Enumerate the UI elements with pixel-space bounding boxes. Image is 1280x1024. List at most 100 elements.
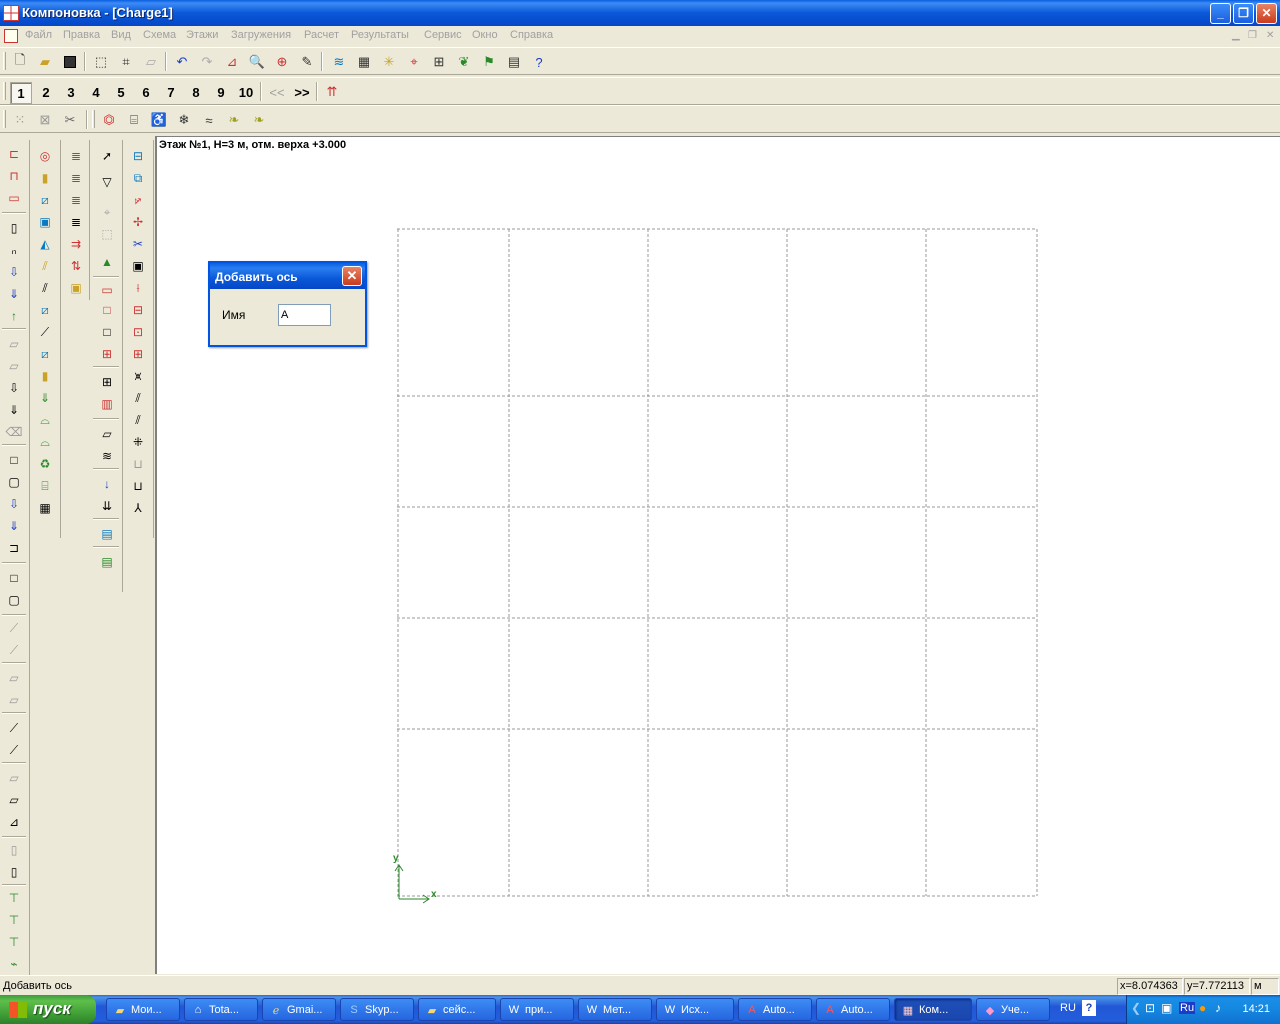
undo-icon[interactable]: ↶	[172, 52, 192, 72]
floor-button-7[interactable]: 7	[160, 82, 182, 104]
terrain-icon[interactable]: ◭	[35, 234, 55, 254]
edit-8-icon[interactable]: ⊞	[128, 344, 148, 364]
task-button[interactable]: A Auto...	[738, 998, 812, 1021]
axes-icon[interactable]: ⊿	[222, 52, 242, 72]
red-block-icon[interactable]: ▥	[97, 394, 117, 414]
slab-frame-icon[interactable]: ▭	[4, 188, 24, 208]
hatch-line-icon[interactable]: ▱	[97, 424, 117, 444]
floor-copy-icon[interactable]: ⇉	[66, 234, 86, 254]
open-folder-icon[interactable]: ▰	[35, 52, 55, 72]
task-button[interactable]: W Мет...	[578, 998, 652, 1021]
document-icon[interactable]	[4, 29, 18, 43]
edit-10-icon[interactable]: ⫽	[128, 388, 148, 408]
lines-load-icon[interactable]: ⫽	[35, 256, 55, 276]
new-file-icon[interactable]: 🗋	[10, 52, 30, 72]
arch-load-2-icon[interactable]: ⌓	[35, 432, 55, 452]
slab-load-icon[interactable]: ⇓	[4, 516, 24, 536]
column-up-icon[interactable]: ↑	[4, 306, 24, 326]
layers-icon[interactable]: ≋	[329, 52, 349, 72]
zoom-in-icon[interactable]: ⊕	[272, 52, 292, 72]
scissors-grid-icon[interactable]: ✂	[60, 110, 80, 130]
beam-load-icon[interactable]: ⧄	[35, 190, 55, 210]
flag-icon[interactable]: ⚑	[479, 52, 499, 72]
frame-edit-icon[interactable]: ▣	[128, 256, 148, 276]
select-node-icon[interactable]: ⌖	[404, 52, 424, 72]
wall-icon[interactable]: ▱	[4, 334, 24, 354]
dialog-close-button[interactable]: ✕	[342, 266, 362, 286]
floor-button-10[interactable]: 10	[235, 82, 257, 104]
panel-n-icon[interactable]: ▢	[4, 590, 24, 610]
arch-load-icon[interactable]: ⌓	[35, 410, 55, 430]
frame-icon[interactable]: ⬚	[91, 52, 111, 72]
beams-icon[interactable]: ⫽	[35, 278, 55, 298]
stair-load-icon[interactable]: ⌸	[35, 476, 55, 496]
node-icon[interactable]: ✳	[379, 52, 399, 72]
menu-help[interactable]: Справка	[510, 29, 553, 41]
edit-13-icon[interactable]: ⊔	[128, 454, 148, 474]
opening-icon[interactable]: ⊐	[4, 538, 24, 558]
pile-icon[interactable]: ▯	[4, 840, 24, 860]
mdi-restore-button[interactable]: ❐	[1248, 30, 1257, 41]
arrows-down-icon[interactable]: ⇊	[97, 496, 117, 516]
task-button[interactable]: ℯ Gmai...	[262, 998, 336, 1021]
edit-3-icon[interactable]: ⦬	[128, 190, 148, 210]
floor-move-icon[interactable]: ⇅	[66, 256, 86, 276]
menu-edit[interactable]: Правка	[63, 29, 100, 41]
filter-icon[interactable]: ▽	[97, 172, 117, 192]
edit-11-icon[interactable]: ⫽	[128, 410, 148, 430]
ramp-icon[interactable]: ⟋	[4, 618, 24, 638]
edit-4-icon[interactable]: ✢	[128, 212, 148, 232]
stair-icon[interactable]: ▱	[4, 668, 24, 688]
task-button[interactable]: W Исх...	[656, 998, 734, 1021]
floor-button-2[interactable]: 2	[35, 82, 57, 104]
toolbar-grip[interactable]	[3, 82, 6, 100]
recycle-icon[interactable]: ♻	[35, 454, 55, 474]
floor-button-4[interactable]: 4	[85, 82, 107, 104]
floor-button-3[interactable]: 3	[60, 82, 82, 104]
table-icon[interactable]: ▤	[504, 52, 524, 72]
down-load-icon[interactable]: ⇓	[35, 388, 55, 408]
task-button[interactable]: A Auto...	[816, 998, 890, 1021]
slab-down-icon[interactable]: ⇩	[4, 494, 24, 514]
menu-calculation[interactable]: Расчет	[304, 29, 339, 41]
redo-icon[interactable]: ↷	[197, 52, 217, 72]
task-button[interactable]: ▰ Мои...	[106, 998, 180, 1021]
pointer-add-icon[interactable]: ⌖	[97, 202, 117, 222]
edit-5-icon[interactable]: ⟊	[128, 278, 148, 298]
bars-icon[interactable]: ▤	[97, 524, 117, 544]
rect-icon[interactable]: □	[97, 322, 117, 342]
beam-frame-icon[interactable]: ⊓	[4, 166, 24, 186]
start-button[interactable]: пуск	[0, 995, 96, 1024]
column-f-icon[interactable]: ⇓	[4, 284, 24, 304]
toolbar-grip[interactable]	[3, 52, 6, 70]
leaf-edit-icon[interactable]: ❧	[249, 110, 269, 130]
rect-red-2-icon[interactable]: □	[97, 300, 117, 320]
floor-stack-2-icon[interactable]: ≣	[66, 168, 86, 188]
shell-edit-icon[interactable]: ⊿	[4, 812, 24, 832]
edit-6-icon[interactable]: ⊟	[128, 300, 148, 320]
diag-icon[interactable]: ⟋	[35, 322, 55, 342]
floor-stack-4-icon[interactable]: ≣	[66, 212, 86, 232]
wall-down-icon[interactable]: ⇩	[4, 378, 24, 398]
snow-load-icon[interactable]: ❄	[174, 110, 194, 130]
help-icon[interactable]: ?	[529, 52, 549, 72]
column-down-icon[interactable]: ⇩	[4, 262, 24, 282]
draw-scheme-icon[interactable]: ⌗	[116, 52, 136, 72]
menu-results[interactable]: Результаты	[351, 29, 409, 41]
task-button[interactable]: Wпри...	[500, 998, 574, 1021]
menu-scheme[interactable]: Схема	[143, 29, 176, 41]
column-n-icon[interactable]: ₙ	[4, 240, 24, 260]
menu-view[interactable]: Вид	[111, 29, 131, 41]
diag-load-icon[interactable]: ⧄	[35, 344, 55, 364]
floor-up-icon[interactable]: ⇈	[322, 82, 342, 102]
mdi-minimize-button[interactable]: ▁	[1232, 30, 1240, 41]
wall-load-icon[interactable]: ⇓	[4, 400, 24, 420]
edit-1-icon[interactable]: ⊟	[128, 146, 148, 166]
point-load-icon[interactable]: ▮	[35, 366, 55, 386]
tray-language[interactable]: Ru	[1179, 1002, 1196, 1014]
wall-erase-icon[interactable]: ⌫	[4, 422, 24, 442]
prev-floors-button[interactable]: <<	[266, 82, 288, 104]
language-indicator[interactable]: RU	[1060, 1002, 1076, 1014]
next-floors-button[interactable]: >>	[291, 82, 313, 104]
dialog-title-bar[interactable]: Добавить ось ✕	[210, 263, 365, 289]
